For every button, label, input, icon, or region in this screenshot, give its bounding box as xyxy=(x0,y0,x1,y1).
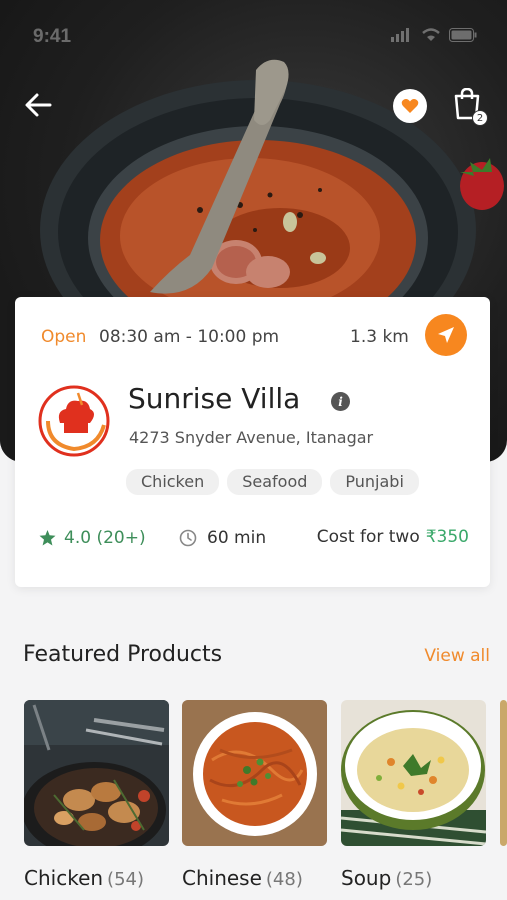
noodles-dish-image xyxy=(182,700,327,846)
rating: 4.0 (20+) xyxy=(39,528,146,548)
rating-value: 4.0 (20+) xyxy=(64,528,146,548)
battery-icon xyxy=(449,28,477,42)
cost-for-two: Cost for two ₹350 xyxy=(317,527,469,547)
product-label: Soup (25) xyxy=(341,866,486,890)
cuisine-tag: Punjabi xyxy=(330,469,419,495)
status-bar: 9:41 xyxy=(0,22,507,52)
product-image xyxy=(24,700,169,846)
product-count: (48) xyxy=(265,869,303,890)
restaurant-meta: 4.0 (20+) 60 min Cost for two ₹350 xyxy=(39,527,469,551)
soup-dish-image xyxy=(341,700,486,846)
distance: 1.3 km xyxy=(350,327,409,347)
heart-icon xyxy=(401,99,419,113)
cuisine-tags: Chicken Seafood Punjabi xyxy=(126,469,419,495)
status-icons xyxy=(391,28,477,42)
chicken-dish-image xyxy=(24,700,169,846)
cost-label: Cost for two xyxy=(316,527,420,547)
cart-button[interactable]: 2 xyxy=(452,87,488,126)
clock-icon xyxy=(179,529,197,547)
product-card-soup[interactable]: Soup (25) xyxy=(341,700,486,890)
product-card-partial[interactable] xyxy=(500,700,507,846)
product-count: (54) xyxy=(107,869,144,890)
featured-products-title: Featured Products xyxy=(23,642,223,667)
cost-value: ₹350 xyxy=(425,527,469,547)
product-name: Soup xyxy=(341,866,392,890)
back-button[interactable] xyxy=(22,88,56,122)
cuisine-tag: Chicken xyxy=(126,469,220,495)
product-image xyxy=(341,700,486,846)
opening-hours: 08:30 am - 10:00 pm xyxy=(99,327,280,347)
product-count: (25) xyxy=(395,869,433,890)
product-label: Chicken (54) xyxy=(24,866,169,890)
product-card-chicken[interactable]: Chicken (54) xyxy=(24,700,169,890)
status-time: 9:41 xyxy=(33,26,72,47)
restaurant-screen: 9:41 2 Open 08:30 am - 10:00 pm 1.3 km S… xyxy=(0,0,507,900)
star-icon xyxy=(39,530,56,546)
directions-button[interactable] xyxy=(425,314,467,356)
signal-icon xyxy=(391,28,409,42)
restaurant-logo xyxy=(38,385,110,457)
product-name: Chinese xyxy=(182,866,262,890)
navigation-arrow-icon xyxy=(438,327,454,343)
arrow-left-icon xyxy=(25,93,52,117)
product-label: Chinese (48) xyxy=(182,866,327,890)
restaurant-name: Sunrise Villa xyxy=(128,382,301,415)
favorite-button[interactable] xyxy=(393,89,427,123)
delivery-time-value: 60 min xyxy=(207,528,267,548)
wifi-icon xyxy=(422,28,440,41)
restaurant-info-card: Open 08:30 am - 10:00 pm 1.3 km Sunrise … xyxy=(15,297,490,587)
restaurant-address: 4273 Snyder Avenue, Itanagar xyxy=(129,428,374,447)
product-card-chinese[interactable]: Chinese (48) xyxy=(182,700,327,890)
product-image xyxy=(182,700,327,846)
cart-count-badge: 2 xyxy=(472,110,488,126)
cuisine-tag: Seafood xyxy=(227,469,323,495)
view-all-link[interactable]: View all xyxy=(424,646,490,666)
delivery-time: 60 min xyxy=(179,528,266,548)
product-image xyxy=(500,700,507,846)
product-name: Chicken xyxy=(24,866,104,890)
open-status: Open xyxy=(41,327,87,347)
info-icon[interactable]: i xyxy=(331,392,350,411)
